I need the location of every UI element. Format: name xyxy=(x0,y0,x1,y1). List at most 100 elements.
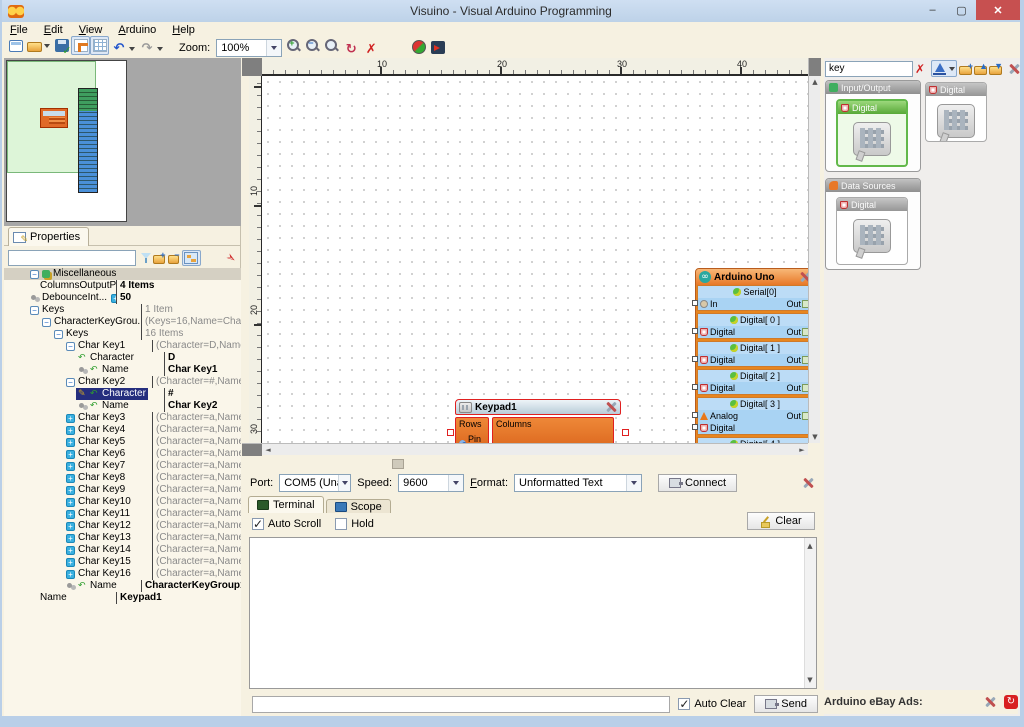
auto-clear-checkbox[interactable]: Auto Clear xyxy=(678,698,746,710)
arduino-header[interactable]: ∞ Arduino Uno xyxy=(696,269,808,285)
menu-help[interactable]: Help xyxy=(172,24,195,36)
input-pin-connector[interactable] xyxy=(692,412,698,418)
property-value[interactable]: Char Key1 xyxy=(164,364,241,376)
filter-wizard-button[interactable] xyxy=(931,60,957,77)
selection-handle[interactable] xyxy=(622,429,629,436)
arduino-settings-icon[interactable] xyxy=(799,271,808,283)
menu-arduino[interactable]: Arduino xyxy=(118,24,156,36)
chevron-down-icon[interactable] xyxy=(338,475,350,491)
terminal-output[interactable]: ▲ ▼ xyxy=(249,537,817,689)
expand-icon[interactable]: + xyxy=(66,426,75,435)
tree-row[interactable]: +Char Key14(Character=a,Name=... xyxy=(4,544,241,556)
collapse-icon[interactable]: − xyxy=(66,378,75,387)
chevron-down-icon[interactable] xyxy=(157,47,163,51)
chevron-down-icon[interactable] xyxy=(266,40,281,56)
upload-button[interactable] xyxy=(428,38,447,57)
tree-row[interactable]: −Char Key2(Character=#,Name=... xyxy=(4,376,241,388)
clear-search-icon[interactable]: ✗ xyxy=(915,62,929,76)
tree-row[interactable]: +Char Key16(Character=a,Name=... xyxy=(4,568,241,580)
tree-row[interactable]: +Char Key3(Character=a,Name=... xyxy=(4,412,241,424)
palette-tools-icon[interactable] xyxy=(1008,63,1020,75)
design-overview-minimap[interactable] xyxy=(4,58,241,226)
port-combobox[interactable]: COM5 (Unava xyxy=(279,474,351,492)
pin-row[interactable]: DigitalOut xyxy=(698,382,808,394)
checkbox-checked-icon[interactable] xyxy=(678,698,690,710)
expand-icon[interactable]: + xyxy=(66,570,75,579)
expand-icon[interactable]: + xyxy=(66,510,75,519)
expand-icon[interactable]: + xyxy=(66,462,75,471)
expand-icon[interactable]: + xyxy=(66,546,75,555)
checkbox-checked-icon[interactable] xyxy=(252,518,264,530)
property-value[interactable]: 50 xyxy=(116,292,241,304)
property-value[interactable]: (Character=a,Name=... xyxy=(152,544,241,556)
collapse-icon[interactable]: − xyxy=(30,270,39,279)
tree-row[interactable]: +Char Key10(Character=a,Name=... xyxy=(4,496,241,508)
property-value[interactable]: D xyxy=(164,352,241,364)
collapse-categories-icon[interactable]: − xyxy=(168,255,179,264)
tree-row[interactable]: +Char Key4(Character=a,Name=... xyxy=(4,424,241,436)
zoom-combobox[interactable]: 100% xyxy=(216,39,282,57)
maximize-button[interactable]: ▢ xyxy=(947,0,976,20)
expand-icon[interactable]: + xyxy=(66,438,75,447)
pin-row[interactable]: Digital xyxy=(698,422,808,434)
tree-row[interactable]: DebounceInt...+50 xyxy=(4,292,241,304)
clear-button[interactable]: Clear xyxy=(747,512,815,530)
design-canvas[interactable]: ∞ Arduino Uno Serial[0]InOutDigital[ 0 ]… xyxy=(262,76,808,443)
expand-icon[interactable]: + xyxy=(66,534,75,543)
speed-combobox[interactable]: 9600 xyxy=(398,474,464,492)
tree-row[interactable]: +Char Key12(Character=a,Name=... xyxy=(4,520,241,532)
tab-scope[interactable]: Scope xyxy=(326,499,391,513)
tree-row[interactable]: +Char Key7(Character=a,Name=... xyxy=(4,460,241,472)
menu-file[interactable]: File xyxy=(10,24,28,36)
collapse-icon[interactable]: − xyxy=(66,342,75,351)
tree-row[interactable]: +Char Key8(Character=a,Name=... xyxy=(4,472,241,484)
property-value[interactable]: (Keys=16,Name=Character... xyxy=(141,316,241,328)
expand-icon[interactable]: + xyxy=(66,414,75,423)
expand-categories-icon[interactable]: + xyxy=(153,255,164,264)
property-value[interactable]: (Character=a,Name=... xyxy=(152,436,241,448)
filter-icon[interactable] xyxy=(139,251,150,265)
property-value[interactable]: 4 Items xyxy=(116,280,241,292)
expand-icon[interactable]: + xyxy=(66,450,75,459)
input-pin-connector[interactable] xyxy=(692,300,698,306)
property-value[interactable]: 1 Item xyxy=(141,304,241,316)
property-value[interactable]: # xyxy=(164,388,241,400)
scroll-down-icon[interactable]: ▼ xyxy=(804,674,816,686)
expand-icon[interactable]: + xyxy=(66,558,75,567)
tree-row[interactable]: −Keys16 Items xyxy=(4,328,241,340)
palette-component-digital[interactable]: Digital xyxy=(925,82,987,142)
selection-handle[interactable] xyxy=(447,429,454,436)
tab-terminal[interactable]: Terminal xyxy=(248,496,324,513)
property-value[interactable]: (Character=a,Name=... xyxy=(152,460,241,472)
new-sketch-button[interactable] xyxy=(6,37,25,56)
ads-tools-icon[interactable] xyxy=(984,696,996,708)
expand-icon[interactable]: + xyxy=(66,474,75,483)
send-input[interactable] xyxy=(252,696,670,713)
redo-button[interactable]: ↷ xyxy=(137,40,165,59)
keypad-columns-group[interactable]: ColumnsPin [0] xyxy=(492,417,614,443)
input-pin-connector[interactable] xyxy=(692,384,698,390)
chevron-down-icon[interactable] xyxy=(44,44,50,48)
terminal-scrollbar[interactable]: ▲ ▼ xyxy=(804,538,816,688)
input-pin-connector[interactable] xyxy=(692,328,698,334)
tree-row[interactable]: ↶CharacterD xyxy=(4,352,241,364)
chevron-down-icon[interactable] xyxy=(626,475,641,491)
tree-row[interactable]: ✎↶Character# xyxy=(4,388,241,400)
tree-row[interactable]: ↶NameChar Key1 xyxy=(4,364,241,376)
scroll-up-icon[interactable]: ▲ xyxy=(809,76,821,88)
keypad-rows-group[interactable]: RowsPin [0] xyxy=(455,417,489,443)
route-mode-toggle[interactable] xyxy=(71,36,90,55)
property-value[interactable]: (Character=a,Name=... xyxy=(152,520,241,532)
tree-row[interactable]: NameKeypad1 xyxy=(4,592,241,604)
close-button[interactable]: ✕ xyxy=(976,0,1020,20)
properties-search-input[interactable] xyxy=(8,250,136,266)
property-value[interactable]: (Character=a,Name=... xyxy=(152,424,241,436)
pin-icon[interactable]: ➣ xyxy=(223,248,240,266)
palette-component-digital[interactable]: Digital xyxy=(836,99,908,167)
expand-all-icon[interactable]: ▲ xyxy=(974,66,987,75)
open-button[interactable] xyxy=(25,36,52,55)
tree-view-button[interactable] xyxy=(182,250,201,266)
palette-component-digital[interactable]: Digital xyxy=(836,197,908,265)
chevron-down-icon[interactable] xyxy=(448,475,463,491)
zoom-in-button[interactable]: + xyxy=(284,36,303,55)
